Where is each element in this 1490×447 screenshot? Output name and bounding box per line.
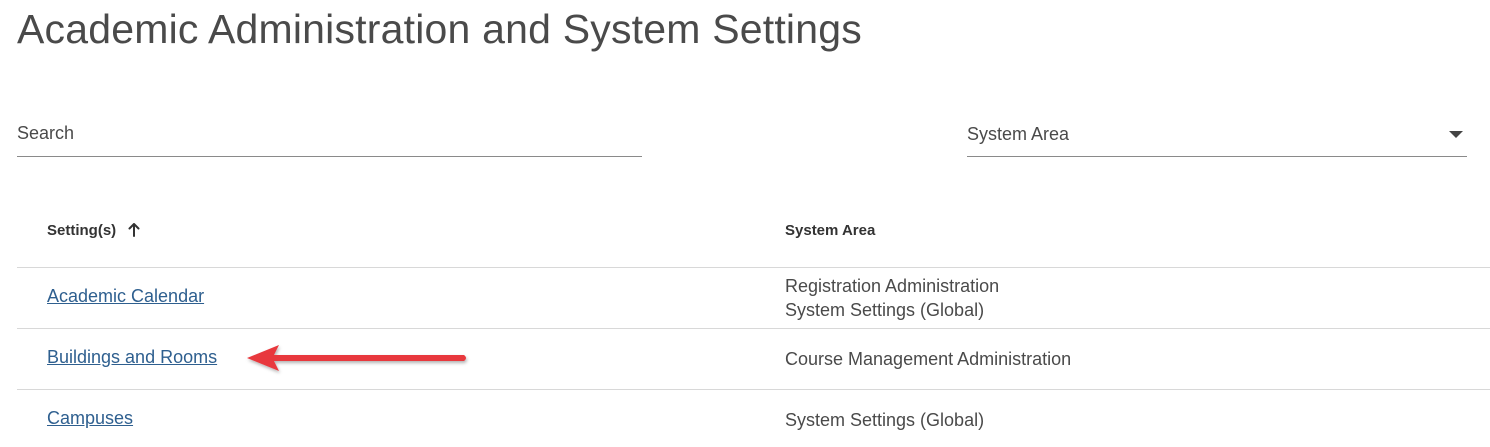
caret-down-icon[interactable]: [1449, 131, 1463, 138]
search-field[interactable]: [17, 112, 642, 157]
search-input[interactable]: [17, 112, 642, 155]
system-area-cell: Registration Administration System Setti…: [785, 274, 999, 322]
system-area-select-value: System Area: [967, 124, 1070, 144]
system-area-cell: System Settings (Global): [785, 408, 984, 432]
column-header-system-area[interactable]: System Area: [785, 222, 875, 239]
system-area-value: Course Management Administration: [785, 349, 1072, 369]
setting-link-campuses[interactable]: Campuses: [47, 408, 133, 429]
column-header-setting-label: Setting(s): [47, 222, 117, 239]
system-area-select[interactable]: System Area: [967, 112, 1467, 157]
system-area-value: System Settings (Global): [785, 410, 985, 430]
system-area-cell: Course Management Administration: [785, 347, 1071, 371]
setting-link-academic-calendar[interactable]: Academic Calendar: [47, 286, 204, 307]
settings-table: Setting(s) System Area Academic Calendar…: [17, 203, 1490, 447]
column-header-setting[interactable]: Setting(s): [47, 222, 140, 239]
page: Academic Administration and System Setti…: [0, 0, 1490, 447]
table-header: Setting(s) System Area: [17, 203, 1490, 268]
setting-link-buildings-and-rooms[interactable]: Buildings and Rooms: [47, 347, 217, 368]
table-row: Buildings and Rooms Course Management Ad…: [17, 329, 1490, 390]
system-area-value: System Settings (Global): [785, 300, 985, 320]
table-row: Campuses System Settings (Global): [17, 390, 1490, 447]
page-title: Academic Administration and System Setti…: [17, 6, 862, 52]
arrow-up-icon[interactable]: [128, 223, 140, 237]
system-area-value: Registration Administration: [785, 276, 1000, 296]
red-arrow-icon: [247, 345, 466, 371]
table-row: Academic Calendar Registration Administr…: [17, 268, 1490, 329]
